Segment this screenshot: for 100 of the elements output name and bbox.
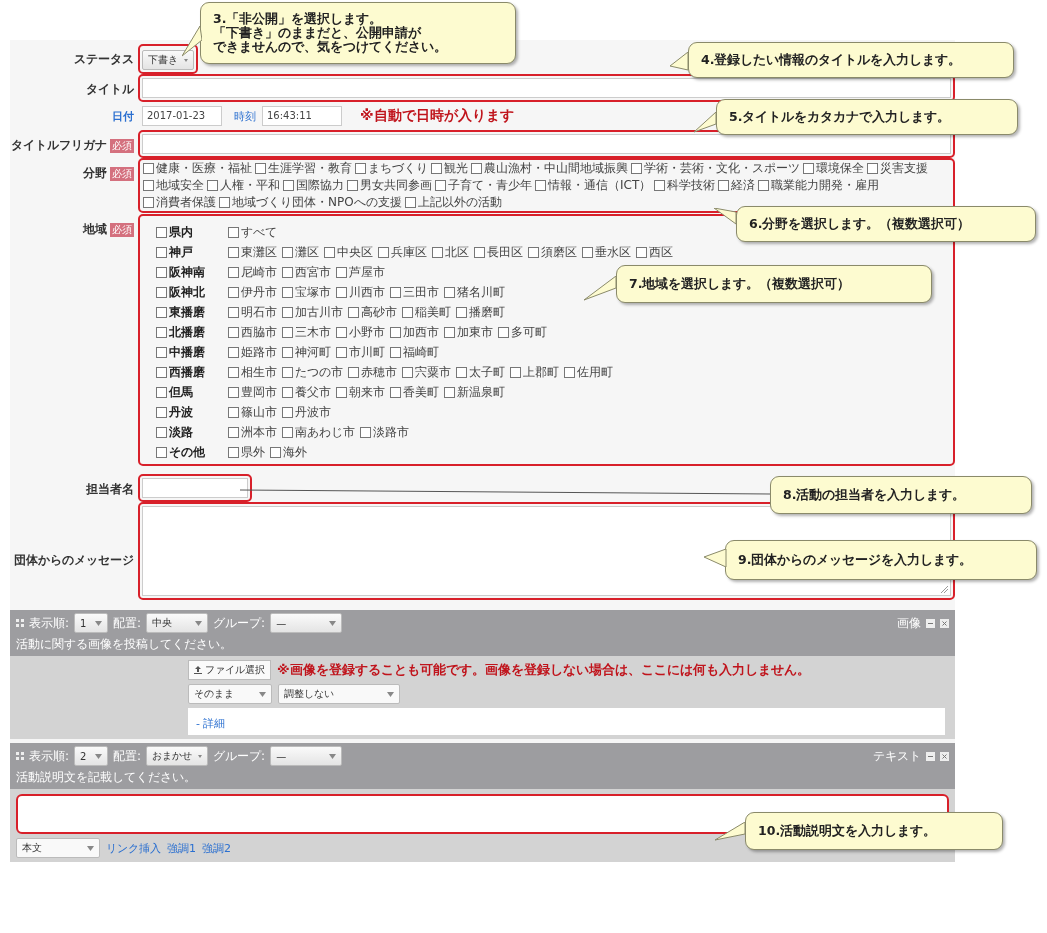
- checkbox[interactable]: 西宮市: [282, 263, 331, 281]
- checkbox[interactable]: 県内: [156, 223, 193, 241]
- checkbox[interactable]: 淡路: [156, 423, 193, 441]
- checkbox[interactable]: 稲美町: [402, 303, 451, 321]
- checkbox[interactable]: 宝塚市: [282, 283, 331, 301]
- checkbox[interactable]: 災害支援: [867, 160, 928, 177]
- checkbox[interactable]: 三田市: [390, 283, 439, 301]
- checkbox[interactable]: 丹波: [156, 403, 193, 421]
- checkbox[interactable]: 太子町: [456, 363, 505, 381]
- checkbox[interactable]: たつの市: [282, 363, 343, 381]
- checkbox[interactable]: 職業能力開発・雇用: [758, 177, 880, 194]
- checkbox[interactable]: 健康・医療・福祉: [143, 160, 252, 177]
- checkbox[interactable]: 洲本市: [228, 423, 277, 441]
- checkbox[interactable]: 西脇市: [228, 323, 277, 341]
- checkbox[interactable]: 海外: [270, 443, 307, 461]
- checkbox[interactable]: 赤穂市: [348, 363, 397, 381]
- checkbox[interactable]: その他: [156, 443, 205, 461]
- checkbox[interactable]: 淡路市: [360, 423, 409, 441]
- checkbox[interactable]: 猪名川町: [444, 283, 505, 301]
- checkbox[interactable]: 東灘区: [228, 243, 277, 261]
- checkbox[interactable]: すべて: [228, 223, 277, 241]
- checkbox[interactable]: 豊岡市: [228, 383, 277, 401]
- checkbox[interactable]: 新温泉町: [444, 383, 505, 401]
- checkbox[interactable]: 播磨町: [456, 303, 505, 321]
- order-dropdown[interactable]: 1: [74, 613, 109, 633]
- checkbox[interactable]: 地域安全: [143, 177, 204, 194]
- checkbox[interactable]: 加東市: [444, 323, 493, 341]
- checkbox[interactable]: 中播磨: [156, 343, 205, 361]
- checkbox[interactable]: 地域づくり団体・NPOへの支援: [219, 194, 402, 211]
- time-input[interactable]: 16:43:11: [262, 106, 342, 126]
- checkbox[interactable]: 阪神南: [156, 263, 205, 281]
- checkbox[interactable]: 宍粟市: [402, 363, 451, 381]
- checkbox[interactable]: 兵庫区: [378, 243, 427, 261]
- checkbox[interactable]: まちづくり: [355, 160, 428, 177]
- checkbox[interactable]: 篠山市: [228, 403, 277, 421]
- checkbox[interactable]: 阪神北: [156, 283, 205, 301]
- checkbox[interactable]: 国際協力: [283, 177, 344, 194]
- checkbox[interactable]: 生涯学習・教育: [255, 160, 352, 177]
- group-dropdown[interactable]: —: [270, 613, 343, 633]
- checkbox[interactable]: 上郡町: [510, 363, 559, 381]
- checkbox[interactable]: 三木市: [282, 323, 331, 341]
- date-input[interactable]: 2017-01-23: [142, 106, 222, 126]
- checkbox[interactable]: 観光: [431, 160, 468, 177]
- align-dropdown[interactable]: おまかせ: [146, 746, 209, 766]
- checkbox[interactable]: 川西市: [336, 283, 385, 301]
- status-dropdown[interactable]: 下書き: [142, 50, 194, 70]
- checkbox[interactable]: 情報・通信（ICT）: [535, 177, 652, 194]
- checkbox[interactable]: 明石市: [228, 303, 277, 321]
- checkbox[interactable]: 加西市: [390, 323, 439, 341]
- checkbox[interactable]: 西区: [636, 243, 673, 261]
- checkbox[interactable]: 垂水区: [582, 243, 631, 261]
- checkbox[interactable]: 消費者保護: [143, 194, 216, 211]
- checkbox[interactable]: 科学技術: [654, 177, 716, 194]
- checkbox[interactable]: 加古川市: [282, 303, 343, 321]
- checkbox[interactable]: 伊丹市: [228, 283, 277, 301]
- checkbox[interactable]: 小野市: [336, 323, 385, 341]
- checkbox[interactable]: 養父市: [282, 383, 331, 401]
- checkbox[interactable]: 神戸: [156, 243, 193, 261]
- image-option-dropdown[interactable]: 調整しない: [278, 684, 400, 704]
- checkbox[interactable]: 香美町: [390, 383, 439, 401]
- checkbox[interactable]: 東播磨: [156, 303, 205, 321]
- checkbox[interactable]: 芦屋市: [336, 263, 385, 281]
- file-select-button[interactable]: ファイル選択: [188, 660, 271, 680]
- checkbox[interactable]: 長田区: [474, 243, 523, 261]
- checkbox[interactable]: 中央区: [324, 243, 373, 261]
- checkbox[interactable]: 男女共同参画: [347, 177, 432, 194]
- checkbox[interactable]: 学術・芸術・文化・スポーツ: [631, 160, 800, 177]
- align-dropdown[interactable]: 中央: [146, 613, 209, 633]
- checkbox[interactable]: 福崎町: [390, 343, 439, 361]
- order-dropdown[interactable]: 2: [74, 746, 109, 766]
- checkbox[interactable]: 尼崎市: [228, 263, 277, 281]
- checkbox[interactable]: 農山漁村・中山間地域振興: [471, 160, 628, 177]
- checkbox[interactable]: 環境保全: [803, 160, 864, 177]
- checkbox[interactable]: 佐用町: [564, 363, 613, 381]
- checkbox[interactable]: 人権・平和: [207, 177, 280, 194]
- checkbox[interactable]: 西播磨: [156, 363, 205, 381]
- checkbox[interactable]: 北播磨: [156, 323, 205, 341]
- checkbox[interactable]: 上記以外の活動: [404, 194, 502, 211]
- checkbox[interactable]: 相生市: [228, 363, 277, 381]
- detail-link[interactable]: - 詳細: [196, 717, 226, 730]
- checkbox[interactable]: 朝来市: [336, 383, 385, 401]
- checkbox[interactable]: 子育て・青少年: [435, 177, 532, 194]
- checkbox[interactable]: 北区: [432, 243, 469, 261]
- checkbox[interactable]: 経済: [718, 177, 756, 194]
- time-label[interactable]: 時刻: [234, 108, 256, 124]
- checkbox[interactable]: 高砂市: [348, 303, 397, 321]
- checkbox[interactable]: 丹波市: [282, 403, 331, 421]
- checkbox[interactable]: 南あわじ市: [282, 423, 355, 441]
- group-dropdown[interactable]: —: [270, 746, 343, 766]
- date-label[interactable]: 日付: [112, 109, 134, 124]
- checkbox[interactable]: 市川町: [336, 343, 385, 361]
- checkbox[interactable]: 須磨区: [528, 243, 577, 261]
- image-option-dropdown[interactable]: そのまま: [188, 684, 272, 704]
- format-dropdown[interactable]: 本文: [16, 838, 100, 858]
- checkbox[interactable]: 多可町: [498, 323, 547, 341]
- checkbox[interactable]: 但馬: [156, 383, 193, 401]
- checkbox[interactable]: 神河町: [282, 343, 331, 361]
- checkbox[interactable]: 姫路市: [228, 343, 277, 361]
- checkbox[interactable]: 県外: [228, 443, 265, 461]
- checkbox[interactable]: 灘区: [282, 243, 319, 261]
